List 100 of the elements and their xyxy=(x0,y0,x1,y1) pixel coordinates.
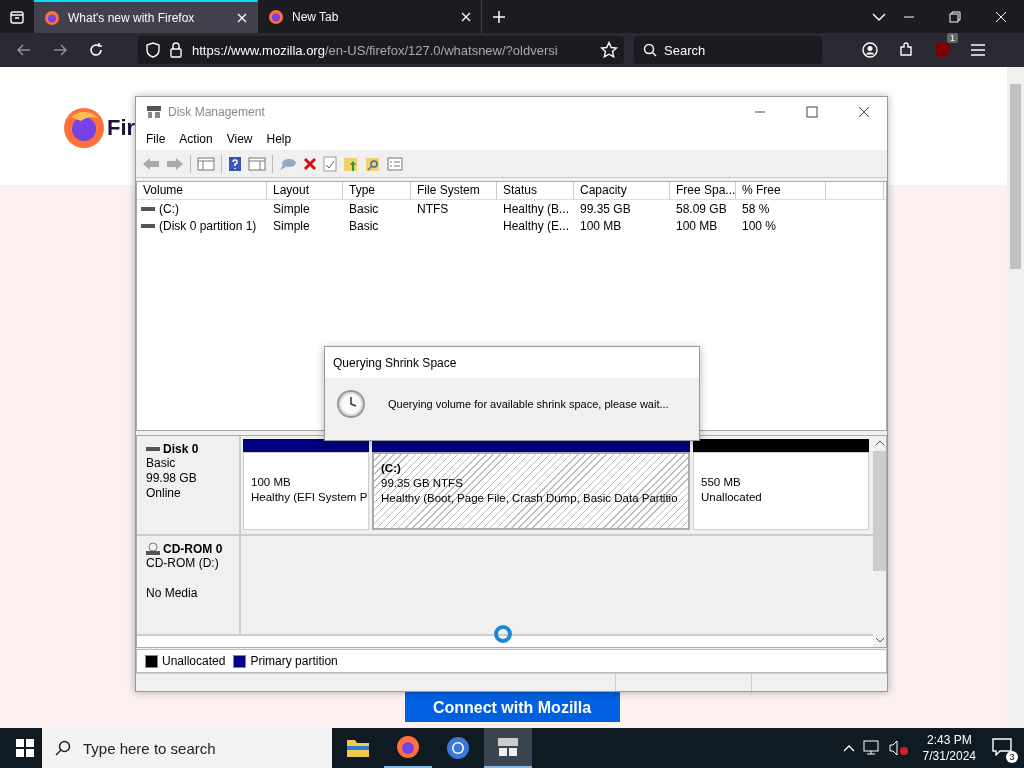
browser-tab[interactable]: What's new with Firefox xyxy=(34,0,258,33)
brand-name: Fir xyxy=(107,115,136,141)
account-icon[interactable] xyxy=(862,42,878,58)
legend-label: Unallocated xyxy=(162,654,226,668)
table-cell: Healthy (B... xyxy=(503,201,570,216)
star-icon[interactable] xyxy=(600,41,618,59)
legend-label: Primary partition xyxy=(250,654,338,668)
folder-search-icon[interactable] xyxy=(365,155,381,172)
scroll-up-icon[interactable] xyxy=(874,439,885,447)
maximize-icon[interactable] xyxy=(806,106,818,118)
folder-icon[interactable] xyxy=(346,738,370,758)
chevron-up-icon[interactable] xyxy=(842,744,855,752)
column-header[interactable]: Layout xyxy=(267,182,343,199)
partition-info: Healthy (EFI System P xyxy=(251,491,368,503)
disk-management-icon[interactable] xyxy=(496,736,520,758)
taskbar-search-field[interactable]: Type here to search xyxy=(42,728,332,768)
browser-logo-icon[interactable] xyxy=(446,736,470,760)
volume-icon xyxy=(141,222,155,229)
search-icon xyxy=(643,43,657,57)
scroll-down-icon[interactable] xyxy=(874,636,885,644)
table-cell: 100 MB xyxy=(580,218,622,233)
search-icon xyxy=(55,740,71,756)
windows-start-icon[interactable] xyxy=(16,739,34,757)
table-cell: 99.35 GB xyxy=(580,201,631,216)
window-title: Disk Management xyxy=(168,105,265,119)
table-cell: NTFS xyxy=(417,201,449,216)
clock-time: 2:43 PM xyxy=(926,732,972,748)
menu-item[interactable]: View xyxy=(226,131,253,146)
column-header[interactable]: Type xyxy=(343,182,411,199)
back-arrow-icon[interactable] xyxy=(16,42,32,58)
menu-icon[interactable] xyxy=(970,43,986,57)
table-cell: 58 % xyxy=(742,201,770,216)
partition-info: Healthy (Boot, Page File, Crash Dump, Basic Data Partitio xyxy=(381,492,678,504)
forward-arrow-icon[interactable] xyxy=(52,42,68,58)
firefox-logo-icon[interactable] xyxy=(396,735,420,759)
partition-block[interactable]: (C:) 99.35 GB NTFS Healthy (Boot, Page File, Crash Dump, Basic Data Partitio xyxy=(372,452,690,530)
notification-icon[interactable] xyxy=(992,737,1012,756)
table-cell: Basic xyxy=(349,201,379,216)
scrollbar[interactable] xyxy=(873,436,886,647)
disk-info: No Media xyxy=(146,586,198,600)
clock-date: 7/31/2024 xyxy=(922,748,976,764)
column-header[interactable]: Status xyxy=(497,182,574,199)
column-header[interactable]: Free Spa... xyxy=(670,182,736,199)
checklist-icon[interactable] xyxy=(323,155,337,172)
shield-icon xyxy=(146,42,160,58)
table-cell: 100 % xyxy=(742,218,777,233)
partition-info: 99.35 GB NTFS xyxy=(381,477,463,489)
network-icon[interactable] xyxy=(862,740,881,756)
url-text: https://www.mozilla.org/en-US/firefox/127.0/whatsnew/?oldversi xyxy=(192,42,559,58)
table-cell: Simple xyxy=(273,201,310,216)
disk-info: CD-ROM (D:) xyxy=(146,556,219,570)
column-header[interactable]: Capacity xyxy=(574,182,670,199)
delete-icon[interactable] xyxy=(303,156,317,171)
menu-item[interactable]: File xyxy=(146,131,166,146)
menu-item[interactable]: Action xyxy=(179,131,213,146)
column-header[interactable]: File System xyxy=(411,182,497,199)
partition-label: (C:) xyxy=(381,462,401,474)
action-pane-icon[interactable] xyxy=(248,156,266,171)
new-tab-icon[interactable] xyxy=(492,9,506,24)
volume-icon xyxy=(141,205,155,212)
console-tree-icon[interactable] xyxy=(197,156,215,171)
menu-item[interactable]: Help xyxy=(266,131,292,146)
clock-icon xyxy=(336,389,366,419)
scrollbar[interactable] xyxy=(1007,67,1024,728)
disk-drive-icon xyxy=(146,446,160,452)
disk-info: 99.98 GB xyxy=(146,471,197,485)
reload-icon[interactable] xyxy=(88,42,104,58)
disk-info: Online xyxy=(146,486,181,500)
column-header[interactable]: % Free xyxy=(736,182,826,199)
table-cell: Simple xyxy=(273,218,310,233)
notification-badge: 3 xyxy=(1006,750,1018,763)
chevron-down-icon[interactable] xyxy=(872,11,886,22)
firefox-logo-icon xyxy=(63,107,105,149)
cd-drive-icon xyxy=(146,542,160,556)
search-field[interactable]: Search xyxy=(634,36,822,64)
address-bar[interactable]: https://www.mozilla.org/en-US/firefox/127.0/whatsnew/?oldversi xyxy=(138,36,624,64)
muted-speaker-icon[interactable] xyxy=(888,740,909,756)
disk-management-icon xyxy=(146,105,162,119)
dialog-title: Querying Shrink Space xyxy=(333,355,457,370)
lock-icon xyxy=(170,42,182,58)
column-header[interactable]: Volume xyxy=(137,182,267,199)
table-cell: (Disk 0 partition 1) xyxy=(159,218,257,233)
table-cell: Healthy (E... xyxy=(503,218,570,233)
firefox-logo-icon xyxy=(268,8,284,25)
partition-info: 550 MB xyxy=(701,476,741,488)
disk-name: Disk 0 xyxy=(163,442,199,456)
extension-badge: 1 xyxy=(947,33,958,43)
restore-icon[interactable] xyxy=(949,10,961,23)
partition-block[interactable]: 550 MB Unallocated xyxy=(693,452,869,530)
partition-block[interactable]: 100 MB Healthy (EFI System P xyxy=(243,452,369,530)
help-icon[interactable] xyxy=(228,155,242,172)
dialog-message: Querying volume for available shrink space, please wait... xyxy=(388,398,669,410)
table-cell: 58.09 GB xyxy=(676,201,727,216)
connect-button[interactable]: Connect with Mozilla xyxy=(404,690,620,722)
tab-list-icon[interactable] xyxy=(9,8,25,25)
close-icon[interactable] xyxy=(858,106,870,118)
disk-info: Basic xyxy=(146,456,176,470)
table-cell: (C:) xyxy=(159,201,179,216)
partition-info: Unallocated xyxy=(701,491,762,503)
disk-name: CD-ROM 0 xyxy=(163,542,223,556)
